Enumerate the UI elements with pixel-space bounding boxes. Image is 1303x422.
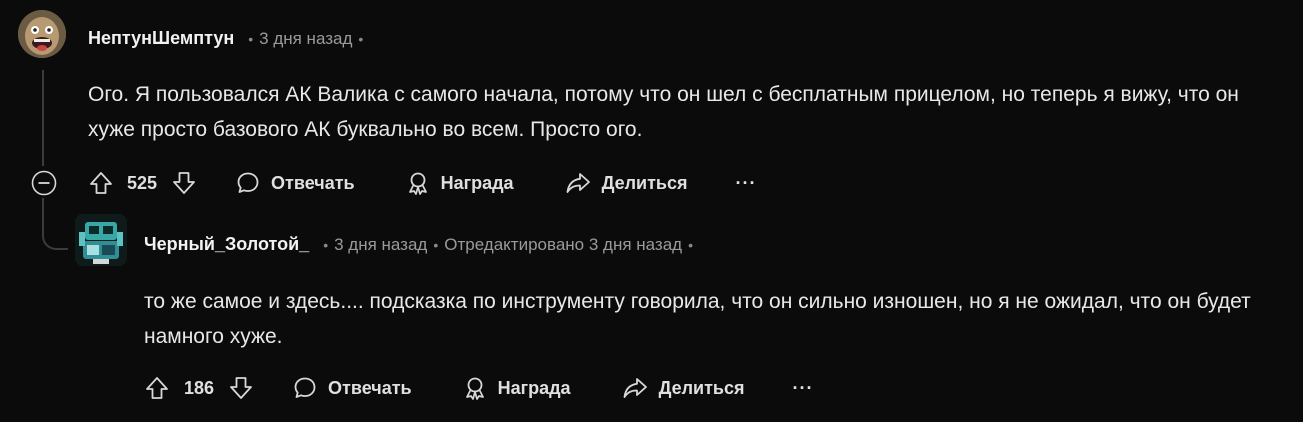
thread-line-lower [42, 198, 44, 224]
reply-button[interactable]: Отвечать [235, 170, 355, 196]
comment-body: то же самое и здесь.... подсказка по инс… [144, 290, 1251, 348]
avatar-robot-icon [75, 214, 127, 266]
vote-count: 525 [127, 172, 158, 193]
thread-line-main [42, 70, 44, 166]
separator-dot: • [358, 30, 364, 47]
upvote-arrow-icon [146, 377, 168, 399]
award-ribbon-icon [465, 377, 484, 400]
downvote-arrow-icon [230, 377, 252, 399]
award-label: Награда [440, 172, 514, 193]
upvote-arrow-icon [90, 172, 112, 194]
separator-dot: • [433, 236, 439, 253]
speech-bubble-icon [294, 377, 316, 398]
upvote-button[interactable] [88, 170, 114, 196]
share-label: Делиться [658, 377, 745, 398]
award-button[interactable]: Награда [462, 375, 571, 401]
avatar[interactable] [18, 10, 66, 58]
timestamp[interactable]: 3 дня назад [334, 235, 427, 255]
comment-actions: 186 Отвечать Награда Делиться ··· [144, 370, 814, 406]
edited-timestamp: Отредактировано 3 дня назад [444, 234, 683, 254]
vote-count: 186 [184, 377, 215, 398]
downvote-button[interactable] [171, 170, 197, 196]
award-button[interactable]: Награда [405, 170, 514, 196]
collapse-button[interactable] [31, 170, 57, 196]
share-arrow-icon [623, 378, 647, 398]
thread-elbow [42, 222, 68, 250]
comment-actions: 525 Отвечать Награда Делиться ··· [88, 165, 757, 201]
award-ribbon-icon [408, 172, 427, 195]
separator-dot: • [323, 236, 329, 253]
award-label: Награда [497, 377, 571, 398]
timestamp[interactable]: 3 дня назад [259, 29, 352, 49]
collapse-minus-icon [31, 170, 57, 196]
reply-button[interactable]: Отвечать [292, 375, 412, 401]
share-label: Делиться [601, 172, 688, 193]
share-button[interactable]: Делиться [621, 375, 745, 401]
downvote-button[interactable] [228, 375, 254, 401]
downvote-arrow-icon [173, 172, 195, 194]
reply-label: Отвечать [328, 377, 412, 398]
author-name[interactable]: Черный_Золотой_ [144, 234, 309, 255]
upvote-button[interactable] [144, 375, 170, 401]
comment-meta: НептунШемптун • 3 дня назад • [88, 28, 369, 49]
comment-meta: Черный_Золотой_ • 3 дня назад • Отредакт… [144, 234, 699, 255]
more-options-button[interactable]: ··· [736, 173, 757, 194]
more-options-button[interactable]: ··· [793, 378, 814, 399]
speech-bubble-icon [237, 172, 259, 193]
reply-label: Отвечать [271, 172, 355, 193]
separator-dot: • [688, 236, 693, 253]
comment-body: Ого. Я пользовался АК Валика с самого на… [88, 83, 1239, 141]
avatar-face-icon [18, 10, 66, 58]
separator-dot: • [248, 30, 254, 47]
avatar[interactable] [75, 214, 127, 266]
author-name[interactable]: НептунШемптун [88, 28, 234, 49]
share-button[interactable]: Делиться [564, 170, 688, 196]
share-arrow-icon [566, 173, 590, 193]
